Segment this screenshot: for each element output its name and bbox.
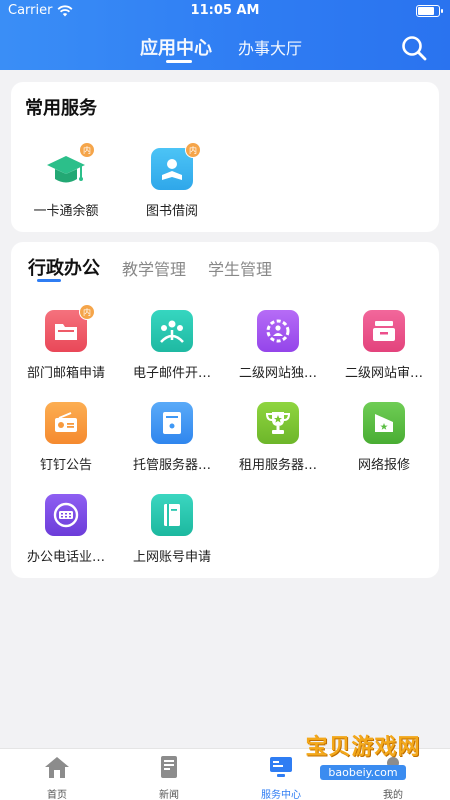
category-tabs: 行政办公 教学管理 学生管理 [28,254,294,280]
people-icon [151,310,193,352]
app-library-borrow[interactable]: 内 图书借阅 [119,142,225,219]
home-icon [45,757,69,778]
app-office-phone[interactable]: 办公电话业… [13,494,119,565]
app-email-open[interactable]: 电子邮件开… [119,310,225,381]
folder-icon: 内 [45,304,95,352]
gear-people-icon [257,310,299,352]
app-label: 图书借阅 [145,204,198,219]
app-label: 电子邮件开… [132,366,211,381]
app-label: 上网账号申请 [132,550,211,565]
tabbar-label: 新闻 [159,790,179,800]
app-hosted-server[interactable]: 托管服务器… [119,402,225,473]
internal-badge: 内 [79,142,95,158]
tab-teaching[interactable]: 教学管理 [122,254,186,280]
watermark-title: 宝贝游戏网 [305,735,421,760]
app-network-repair[interactable]: 网络报修 [331,402,437,473]
app-site-independent[interactable]: 二级网站独… [225,310,331,381]
battery-fill [418,7,435,15]
site-watermark: 宝贝游戏网 baobeiy.com [304,729,422,780]
tab-administration[interactable]: 行政办公 [28,254,100,280]
app-header: Carrier 11:05 AM 应用中心 办事大厅 [0,0,450,70]
inbox-icon [363,310,405,352]
search-icon[interactable] [400,34,428,62]
app-rent-server[interactable]: 租用服务器… [225,402,331,473]
app-label: 二级网站审… [344,366,423,381]
app-label: 部门邮箱申请 [26,366,105,381]
tab-service-hall[interactable]: 办事大厅 [238,35,302,59]
app-label: 钉钉公告 [39,458,92,473]
app-dept-mailbox[interactable]: 内 部门邮箱申请 [13,304,119,381]
app-network-account[interactable]: 上网账号申请 [119,494,225,565]
tent-star-icon [363,402,405,444]
tabbar-label: 我的 [383,790,403,800]
tabbar-item-home[interactable]: 首页 [12,755,102,800]
nav-active-indicator [166,60,192,63]
graduation-cap-icon: 内 [45,142,95,190]
tab-students[interactable]: 学生管理 [208,254,272,280]
app-dingtalk-notice[interactable]: 钉钉公告 [13,402,119,473]
app-label: 托管服务器… [132,458,211,473]
status-bar: Carrier 11:05 AM [0,0,450,22]
common-services-title: 常用服务 [25,98,97,119]
common-services-card: 常用服务 内 一卡通余额 内 图书借阅 [11,82,439,232]
tabbar-item-news[interactable]: 新闻 [124,755,214,800]
phone-keypad-icon [45,494,87,536]
app-label: 二级网站独… [238,366,317,381]
watermark-url: baobeiy.com [320,765,406,780]
category-active-indicator [37,279,61,282]
tabbar-label: 服务中心 [261,790,301,800]
internal-badge: 内 [185,142,201,158]
app-label: 一卡通余额 [33,204,99,219]
internal-badge: 内 [79,304,95,320]
header-nav: 应用中心 办事大厅 [0,30,450,64]
app-label: 网络报修 [357,458,410,473]
server-box-icon [151,402,193,444]
service-icon [270,757,292,777]
news-icon [161,756,177,778]
tabbar-label: 首页 [47,790,67,800]
trophy-icon [257,402,299,444]
tab-app-center[interactable]: 应用中心 [140,34,212,60]
battery-icon [416,5,443,17]
app-card-balance[interactable]: 内 一卡通余额 [13,142,119,219]
app-label: 租用服务器… [238,458,317,473]
category-apps-card: 行政办公 教学管理 学生管理 内 部门邮箱申请 电子邮件开… 二级网站独… 二级… [11,242,439,578]
status-time: 11:05 AM [190,3,260,18]
app-site-review[interactable]: 二级网站审… [331,310,437,381]
app-label: 办公电话业… [26,550,105,565]
book-icon [151,494,193,536]
reader-icon: 内 [151,142,201,190]
radio-icon [45,402,87,444]
